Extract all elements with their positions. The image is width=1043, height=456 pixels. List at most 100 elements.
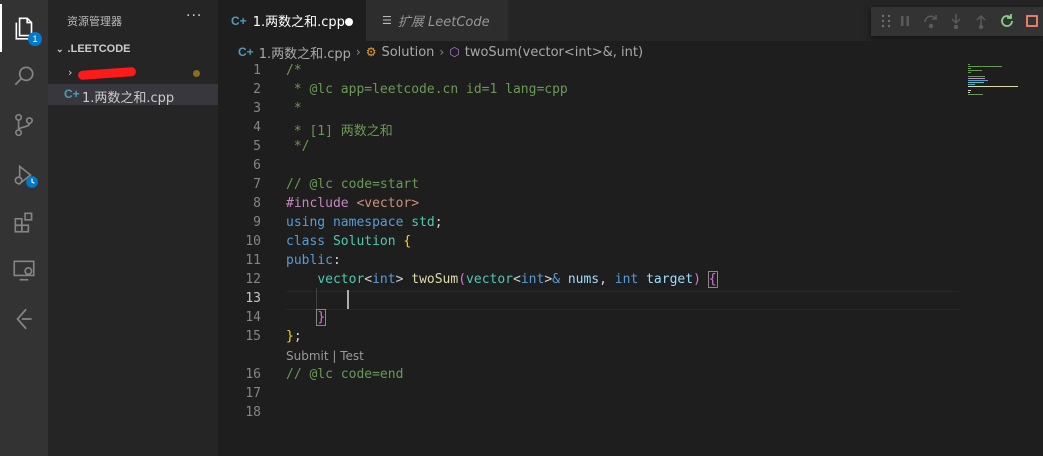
workspace-section-label: .LEETCODE	[67, 43, 131, 55]
minimap[interactable]	[963, 63, 1043, 456]
code-line: vector<int> twoSum(vector<int>& nums, in…	[286, 271, 718, 288]
explorer-badge: 1	[28, 32, 42, 46]
code-line: }	[286, 309, 327, 326]
line-number: 15	[245, 329, 261, 344]
code-editor[interactable]: 1 2 3 4 5 6 7 8 9 10 11 12 13 14 15 16 1…	[218, 63, 963, 456]
line-number: 5	[253, 139, 261, 154]
code-token: class	[286, 234, 326, 249]
cpp-file-icon: C+	[64, 87, 80, 101]
redaction-mark	[77, 66, 137, 81]
code-token: vector	[466, 272, 514, 287]
class-symbol-icon: ⚙	[365, 45, 377, 59]
code-token: <	[364, 272, 373, 287]
minimap-line	[968, 92, 970, 93]
code-line: };	[286, 329, 302, 344]
minimap-line	[968, 72, 971, 73]
code-token: )	[693, 272, 701, 287]
code-line: public:	[286, 253, 341, 268]
code-token: Solution	[332, 234, 396, 249]
code-line: * @lc app=leetcode.cn id=1 lang=cpp	[286, 82, 568, 97]
code-token: ,	[599, 272, 615, 287]
modified-dot	[193, 70, 200, 77]
step-into-icon[interactable]	[948, 13, 964, 30]
code-token: (	[458, 272, 467, 287]
search-icon[interactable]	[0, 52, 48, 100]
code-token: // @lc code=start	[286, 177, 420, 192]
workspace-section[interactable]: ⌄ .LEETCODE	[56, 43, 131, 55]
code-line: */	[286, 139, 310, 154]
code-line: using namespace std;	[286, 215, 443, 230]
code-token: /*	[286, 63, 302, 78]
leetcode-icon[interactable]	[0, 295, 48, 343]
code-line: // @lc code=end	[286, 367, 403, 382]
code-token: using	[286, 215, 326, 230]
explorer-sidebar: 资源管理器 ··· ⌄ .LEETCODE › C+ 1.两数之和.cpp	[48, 0, 218, 456]
code-line: // @lc code=start	[286, 177, 419, 192]
chevron-down-icon: ⌄	[56, 44, 64, 54]
explorer-icon[interactable]: 1	[0, 4, 48, 52]
file-item-label: 1.两数之和.cpp	[82, 91, 175, 106]
code-token: target	[646, 272, 694, 287]
minimap-line	[968, 84, 975, 85]
code-token: #include	[286, 196, 349, 211]
minimap-line	[968, 78, 985, 79]
line-number: 2	[253, 82, 261, 97]
cpp-file-icon: C+	[231, 13, 247, 28]
code-token: {	[403, 234, 412, 249]
unsaved-dot-icon[interactable]	[345, 18, 353, 26]
remote-explorer-icon[interactable]	[0, 246, 48, 294]
redacted-folder[interactable]: ›	[64, 64, 218, 84]
code-token: public	[286, 253, 333, 268]
code-line: *	[286, 101, 302, 116]
code-token: */	[286, 139, 310, 154]
run-debug-icon[interactable]	[0, 151, 48, 199]
pause-icon[interactable]	[897, 13, 913, 29]
breadcrumb-class[interactable]: Solution	[381, 45, 434, 60]
drag-handle-icon[interactable]	[878, 13, 894, 29]
minimap-line	[968, 86, 1018, 87]
code-token: {	[707, 271, 718, 288]
more-actions-icon[interactable]: ···	[186, 8, 202, 24]
code-token: <vector>	[356, 196, 420, 211]
stop-icon[interactable]	[1024, 13, 1040, 29]
line-number: 10	[245, 234, 261, 249]
tab-label: 扩展 LeetCode	[397, 15, 490, 30]
minimap-line	[968, 94, 983, 95]
extensions-icon[interactable]	[0, 198, 48, 246]
line-number: 3	[253, 101, 261, 116]
file-item[interactable]: C+ 1.两数之和.cpp	[48, 84, 218, 106]
code-token: <	[513, 272, 521, 287]
line-number: 17	[245, 386, 261, 401]
breadcrumb-file[interactable]: 1.两数之和.cpp	[259, 43, 351, 62]
minimap-line	[968, 80, 988, 81]
chevron-right-icon: ›	[68, 66, 73, 79]
current-line-highlight	[286, 291, 959, 310]
code-token: // @lc code=end	[286, 367, 404, 382]
preview-icon: ☰	[382, 14, 392, 27]
step-out-icon[interactable]	[973, 13, 989, 30]
cpp-file-icon: C+	[238, 45, 254, 59]
chevron-right-icon: ›	[439, 45, 445, 59]
tab-label: 1.两数之和.cpp	[252, 15, 345, 30]
code-token: ;	[434, 215, 443, 230]
source-control-icon[interactable]	[0, 101, 48, 149]
breadcrumb: C+ 1.两数之和.cpp › ⚙ Solution › ⬡ twoSum(ve…	[218, 41, 1043, 63]
restart-icon[interactable]	[999, 13, 1015, 29]
breadcrumb-method[interactable]: twoSum(vector<int>&, int)	[465, 45, 643, 60]
minimap-line	[968, 64, 970, 65]
tab-cpp-file[interactable]: C+ 1.两数之和.cpp	[218, 0, 366, 41]
code-token: twoSum	[411, 272, 459, 287]
code-token: ;	[293, 329, 302, 344]
step-over-icon[interactable]	[923, 13, 939, 29]
codelens-submit-test[interactable]: Submit | Test	[286, 349, 364, 363]
minimap-line	[968, 90, 971, 91]
code-line: /*	[286, 63, 302, 78]
tab-extension-leetcode[interactable]: ☰ 扩展 LeetCode	[366, 0, 508, 41]
code-line: #include <vector>	[286, 196, 419, 211]
chevron-right-icon: ›	[355, 45, 361, 59]
code-token: * @lc app=leetcode.cn id=1 lang=cpp	[286, 82, 568, 97]
code-line: * [1] 两数之和	[286, 120, 393, 139]
